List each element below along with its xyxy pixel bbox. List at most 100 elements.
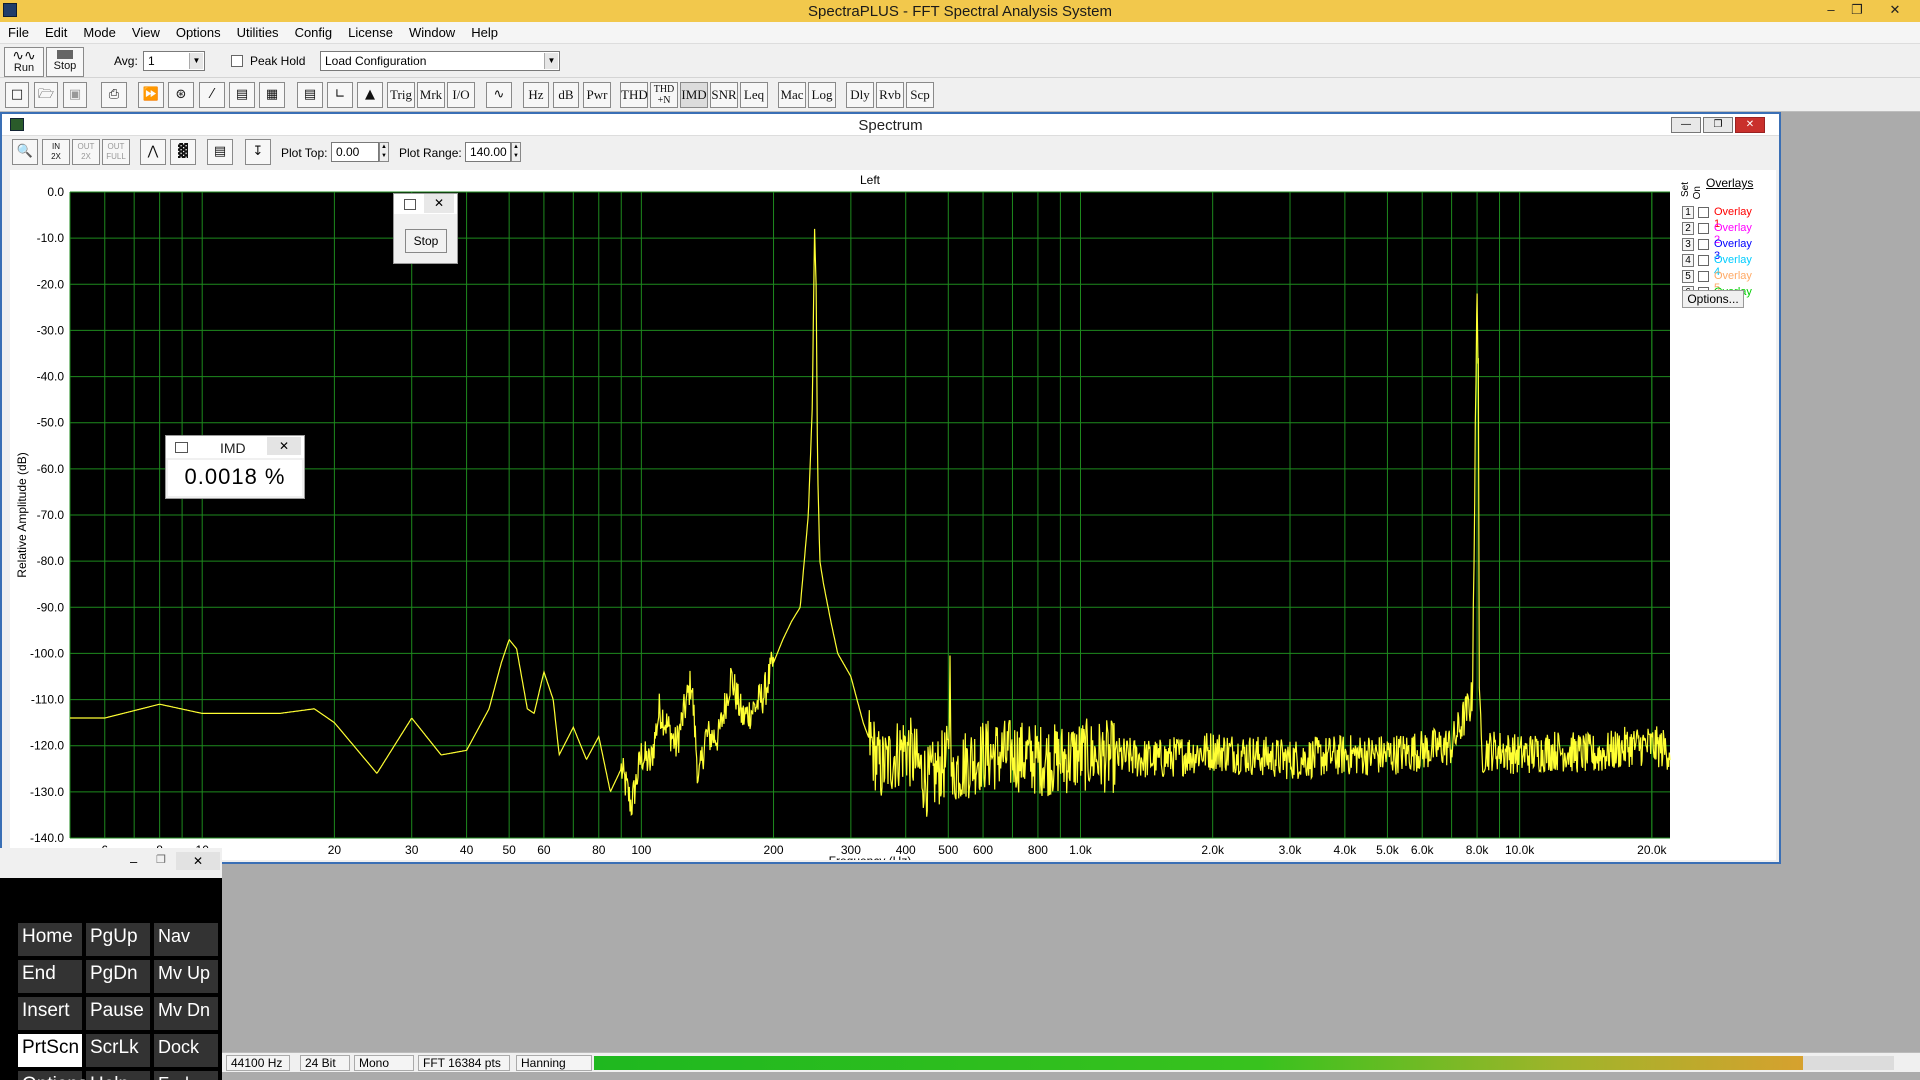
print-icon[interactable]: ⎙ [101,82,127,108]
open-folder-icon[interactable]: 🗁 [34,82,58,108]
key-pgup[interactable]: PgUp [86,923,150,956]
key-fade[interactable]: Fade [154,1071,218,1080]
key-mv-up[interactable]: Mv Up [154,960,218,993]
close-icon[interactable]: ✕ [424,194,454,213]
mac-button[interactable]: Mac [778,82,806,108]
overlay-set-button[interactable]: 1 [1682,206,1694,219]
io-button[interactable]: I/O [447,82,475,108]
pwr-button[interactable]: Pwr [583,82,611,108]
key-prtscn[interactable]: PrtScn [18,1034,82,1067]
menu-options[interactable]: Options [168,22,229,40]
scale-icon[interactable]: ↧ [245,139,271,165]
zoom-out-full-button[interactable]: OUT FULL [102,139,130,165]
menu-view[interactable]: View [124,22,168,40]
status-bits: 24 Bit [300,1055,350,1071]
leq-button[interactable]: Leq [740,82,768,108]
zoom-icon[interactable]: 🔍 [12,139,38,165]
spectrum-mode-icon[interactable]: ⊛ [168,82,194,108]
dly-button[interactable]: Dly [846,82,874,108]
menu-help[interactable]: Help [463,22,506,40]
waterfall-icon[interactable]: ▤ [229,82,255,108]
spectrum-title: Spectrum [858,117,923,134]
overlay-checkbox[interactable] [1698,223,1709,234]
key-nav[interactable]: Nav [154,923,218,956]
thdn-button[interactable]: THD +N [650,82,678,108]
trig-button[interactable]: Trig [387,82,415,108]
spectrogram-icon[interactable]: ▦ [259,82,285,108]
configuration-select[interactable]: Load Configuration ▼ [320,51,560,71]
peak-icon[interactable]: ▲ [357,82,383,108]
plot-range-input[interactable]: 140.00 [465,142,511,162]
thd-button[interactable]: THD [620,82,648,108]
run-button[interactable]: ∿∿ Run [4,47,44,77]
properties-icon[interactable]: ▤ [207,139,233,165]
avg-select[interactable]: 1 ▼ [143,51,205,71]
overlay-checkbox[interactable] [1698,207,1709,218]
plot-top-spinner[interactable]: ▲ ▼ [379,142,389,162]
close-icon[interactable]: ✕ [176,852,220,870]
zoom-in-2x-button[interactable]: IN 2X [42,139,70,165]
menu-config[interactable]: Config [287,22,341,40]
plot-top-input[interactable]: 0.00 [331,142,379,162]
restore-icon[interactable]: ❐ [1846,1,1868,19]
menu-utilities[interactable]: Utilities [229,22,287,40]
mrk-button[interactable]: Mrk [417,82,445,108]
fast-forward-icon[interactable]: ⏩ [138,82,164,108]
menu-file[interactable]: File [0,22,37,40]
minimize-icon[interactable]: – [1820,1,1842,19]
key-options[interactable]: Options [18,1071,87,1080]
ramp-icon[interactable]: ⁄ [199,82,225,108]
generator-icon[interactable]: ∿ [486,82,512,108]
plot-range-label: Plot Range: [399,146,462,160]
overlay-options-button[interactable]: Options... [1682,290,1744,308]
overlay-set-button[interactable]: 4 [1682,254,1694,267]
rvb-button[interactable]: Rvb [876,82,904,108]
minimize-icon[interactable]: — [1671,117,1701,133]
close-icon[interactable]: ✕ [1884,1,1906,19]
key-dock[interactable]: Dock [154,1034,218,1067]
axis-icon[interactable]: ∟ [327,82,353,108]
close-icon[interactable]: ✕ [1735,117,1765,133]
key-help[interactable]: Help [86,1071,150,1080]
imd-button[interactable]: IMD [680,82,708,108]
hz-button[interactable]: Hz [523,82,549,108]
stop-label: Stop [53,60,77,72]
bar-plot-icon[interactable]: ▓ [170,139,196,165]
overlay-set-button[interactable]: 3 [1682,238,1694,251]
restore-icon[interactable]: ❐ [156,853,166,866]
imd-popup-title: IMD [220,440,246,456]
new-file-icon[interactable]: □ [5,82,29,108]
key-end[interactable]: End [18,960,82,993]
restore-icon[interactable]: ❐ [1703,117,1733,133]
db-button[interactable]: dB [553,82,579,108]
log-button[interactable]: Log [808,82,836,108]
key-scrlk[interactable]: ScrLk [86,1034,150,1067]
key-home[interactable]: Home [18,923,82,956]
plot-range-spinner[interactable]: ▲ ▼ [511,142,521,162]
overlay-checkbox[interactable] [1698,255,1709,266]
zoom-out-2x-button[interactable]: OUT 2X [72,139,100,165]
stop-button[interactable]: Stop [46,47,84,77]
key-pause[interactable]: Pause [86,997,150,1030]
scp-button[interactable]: Scp [906,82,934,108]
line-plot-icon[interactable]: ⋀ [140,139,166,165]
overlay-set-button[interactable]: 5 [1682,270,1694,283]
popup-stop-button[interactable]: Stop [405,229,447,253]
key-mv-dn[interactable]: Mv Dn [154,997,218,1030]
overlay-set-button[interactable]: 2 [1682,222,1694,235]
overlay-checkbox[interactable] [1698,271,1709,282]
close-icon[interactable]: ✕ [267,437,301,455]
snr-button[interactable]: SNR [710,82,738,108]
menu-license[interactable]: License [340,22,401,40]
table-icon[interactable]: ▤ [297,82,323,108]
minimize-icon[interactable]: – [130,854,137,869]
menu-mode[interactable]: Mode [75,22,124,40]
menu-edit[interactable]: Edit [37,22,75,40]
overlay-checkbox[interactable] [1698,239,1709,250]
key-insert[interactable]: Insert [18,997,82,1030]
peak-hold-checkbox[interactable] [231,55,243,67]
save-icon[interactable]: ▣ [63,82,87,108]
menu-window[interactable]: Window [401,22,463,40]
spectrum-chart[interactable]: 0.0 -10.0 -20.0 -30.0 -40.0 -50.0 -60.0 -70.0 -8… [10,170,1676,868]
key-pgdn[interactable]: PgDn [86,960,150,993]
